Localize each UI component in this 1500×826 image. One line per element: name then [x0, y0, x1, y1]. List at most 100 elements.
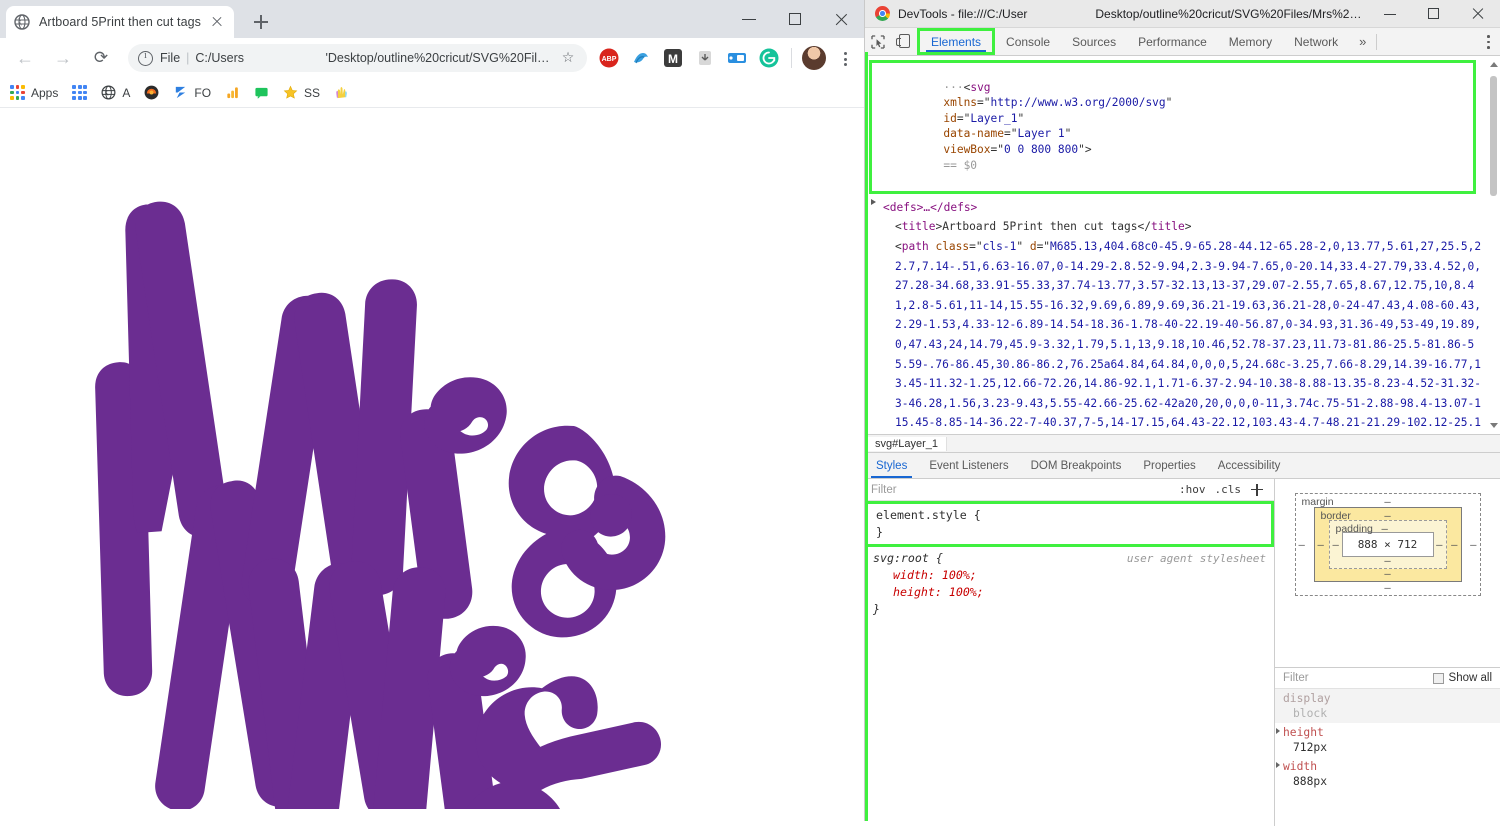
- computed-filter-input[interactable]: Filter: [1283, 672, 1433, 684]
- tab-event-listeners[interactable]: Event Listeners: [918, 453, 1019, 478]
- checkbox-icon[interactable]: [1432, 672, 1444, 684]
- bookmark-item-grid[interactable]: [72, 85, 88, 100]
- bookmark-item-analytics[interactable]: [225, 85, 240, 100]
- cls-toggle-button[interactable]: .cls: [1215, 483, 1242, 496]
- computed-property-height[interactable]: height 712px: [1275, 723, 1500, 757]
- tab-memory[interactable]: Memory: [1218, 28, 1283, 55]
- bookmark-item-globe[interactable]: A: [101, 85, 130, 100]
- bookmark-item-ss[interactable]: SS: [283, 85, 320, 100]
- dom-tree-panel[interactable]: ···<svg xmlns="http://www.w3.org/2000/sv…: [865, 56, 1500, 434]
- globe-icon: [101, 85, 116, 100]
- computed-property-width[interactable]: width 888px: [1275, 757, 1500, 791]
- maximize-icon[interactable]: [1412, 0, 1456, 28]
- grammarly-icon[interactable]: [756, 45, 782, 71]
- add-rule-button[interactable]: [1250, 483, 1264, 497]
- browser-tab[interactable]: Artboard 5Print then cut tags: [6, 6, 234, 38]
- padding-left-value[interactable]: –: [1333, 539, 1339, 551]
- margin-bottom-value[interactable]: –: [1296, 582, 1480, 594]
- padding-right-value[interactable]: –: [1436, 539, 1442, 551]
- minimize-icon[interactable]: [1368, 0, 1412, 28]
- computed-properties-list[interactable]: display block height 712px width 888px: [1275, 689, 1500, 826]
- attr-viewbox-value: 0 0 800 800: [1004, 142, 1079, 156]
- dom-node-title[interactable]: <title>Artboard 5Print then cut tags</ti…: [869, 215, 1486, 235]
- chevron-right-icon[interactable]: [1276, 728, 1280, 734]
- device-toolbar-icon[interactable]: [891, 28, 917, 55]
- box-model-diagram: margin – – – – border – – – – padding – …: [1275, 479, 1500, 596]
- box-model-content-size[interactable]: 888 × 712: [1341, 532, 1434, 557]
- bookmark-item-colorful[interactable]: [334, 85, 349, 100]
- maximize-icon[interactable]: [772, 0, 818, 38]
- padding-label: padding: [1335, 523, 1373, 535]
- styles-filter-input[interactable]: Filter: [871, 484, 1179, 496]
- bookmark-item-chat[interactable]: [254, 85, 269, 100]
- kebab-menu-icon[interactable]: [832, 45, 858, 71]
- property-value: block: [1293, 707, 1328, 720]
- scroll-down-icon[interactable]: [1489, 421, 1498, 430]
- bookmark-item-fo[interactable]: FO: [173, 85, 211, 100]
- reload-button[interactable]: ⟳: [86, 43, 116, 73]
- margin-right-value[interactable]: –: [1470, 539, 1476, 551]
- bookmark-item-circle[interactable]: [144, 85, 159, 100]
- border-bottom-value[interactable]: –: [1315, 568, 1461, 580]
- dom-tree-scrollbar[interactable]: [1489, 60, 1498, 430]
- breadcrumb-item-svg[interactable]: svg#Layer_1: [867, 436, 947, 451]
- tab-dom-breakpoints[interactable]: DOM Breakpoints: [1020, 453, 1133, 478]
- bookmark-label: Apps: [31, 85, 59, 100]
- chevron-right-icon[interactable]: [1276, 762, 1280, 768]
- tab-console[interactable]: Console: [995, 28, 1061, 55]
- padding-bottom-value[interactable]: –: [1330, 555, 1446, 567]
- declaration-height[interactable]: height: 100%;: [873, 584, 1266, 601]
- dom-node-defs[interactable]: <defs>…</defs>: [869, 196, 1486, 216]
- padding-top-value[interactable]: –: [1382, 523, 1388, 535]
- rule-element-style[interactable]: element.style { }: [865, 501, 1274, 547]
- close-icon[interactable]: [818, 0, 864, 38]
- download-icon[interactable]: [692, 45, 718, 71]
- tab-network[interactable]: Network: [1283, 28, 1349, 55]
- close-icon[interactable]: [1456, 0, 1500, 28]
- scrollbar-thumb[interactable]: [1490, 76, 1497, 196]
- border-right-value[interactable]: –: [1451, 539, 1457, 551]
- computed-pane: margin – – – – border – – – – padding – …: [1275, 479, 1500, 826]
- tab-performance[interactable]: Performance: [1127, 28, 1218, 55]
- more-tabs-icon[interactable]: »: [1349, 28, 1376, 55]
- dom-node-path[interactable]: <path class="cls-1" d="M685.13,404.68c0-…: [869, 235, 1486, 434]
- mailtrack-icon[interactable]: M: [660, 45, 686, 71]
- inspect-element-icon[interactable]: [865, 28, 891, 55]
- bookmark-star-icon[interactable]: ☆: [559, 50, 577, 66]
- box-model-margin[interactable]: margin – – – – border – – – – padding – …: [1294, 493, 1481, 596]
- declaration-width[interactable]: width: 100%;: [873, 567, 1266, 584]
- property-value[interactable]: 100%;: [949, 585, 984, 599]
- devtools-menu-icon[interactable]: [1476, 28, 1500, 55]
- site-info-icon[interactable]: [138, 50, 153, 66]
- property-value[interactable]: 100%;: [942, 568, 977, 582]
- selected-dom-node[interactable]: ···<svg xmlns="http://www.w3.org/2000/sv…: [869, 60, 1476, 194]
- computed-property-display[interactable]: display block: [1275, 689, 1500, 723]
- tab-accessibility[interactable]: Accessibility: [1207, 453, 1292, 478]
- tab-properties[interactable]: Properties: [1132, 453, 1206, 478]
- tab-styles[interactable]: Styles: [865, 453, 918, 478]
- wave-icon[interactable]: [628, 45, 654, 71]
- show-all-toggle[interactable]: Show all: [1432, 672, 1492, 684]
- back-arrow-icon: ←: [16, 48, 34, 68]
- border-left-value[interactable]: –: [1318, 539, 1324, 551]
- box-model-border[interactable]: border – – – – padding – – – – 888 × 712: [1313, 507, 1462, 582]
- bookmark-item-apps[interactable]: Apps: [10, 85, 58, 100]
- adblock-plus-icon[interactable]: ABP: [596, 45, 622, 71]
- margin-left-value[interactable]: –: [1299, 539, 1305, 551]
- tab-elements[interactable]: Elements: [917, 28, 996, 55]
- avatar[interactable]: [802, 46, 826, 70]
- forward-button[interactable]: →: [48, 43, 78, 73]
- close-icon[interactable]: [208, 13, 226, 31]
- box-model-padding[interactable]: padding – – – – 888 × 712: [1328, 520, 1447, 569]
- hov-toggle-button[interactable]: :hov: [1179, 483, 1206, 496]
- url-redaction: [246, 53, 324, 63]
- rule-svg-root[interactable]: user agent stylesheet svg:root { width: …: [865, 547, 1274, 621]
- back-button[interactable]: ←: [10, 43, 40, 73]
- address-bar[interactable]: File | C:/Users 'Desktop/outline%20cricu…: [128, 44, 587, 72]
- scroll-up-icon[interactable]: [1489, 60, 1498, 69]
- minimize-icon[interactable]: [726, 0, 772, 38]
- new-tab-button[interactable]: [248, 9, 274, 35]
- tab-sources[interactable]: Sources: [1061, 28, 1127, 55]
- evernote-webclipper-icon[interactable]: [724, 45, 750, 71]
- chevron-right-icon[interactable]: [871, 198, 876, 205]
